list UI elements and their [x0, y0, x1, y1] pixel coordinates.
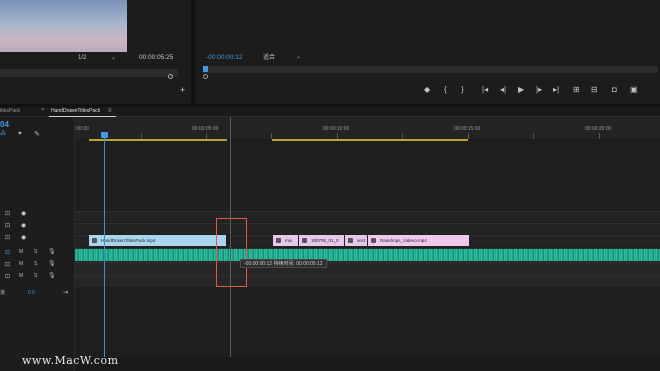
clip-vect[interactable]: vect — [345, 235, 367, 246]
add-button-icon[interactable]: + — [180, 86, 185, 95]
a3-solo-button[interactable]: S — [34, 274, 37, 279]
go-to-out-icon[interactable]: ▸| — [553, 86, 559, 94]
a1-mute-button[interactable]: M — [19, 250, 23, 255]
program-scrub-bar[interactable] — [203, 66, 658, 73]
clip-hand-drawn-titles[interactable]: HandDrawnTitlesPack.mp4 — [89, 235, 227, 246]
clip-label: HandDrawnTitlesPack.mp4 — [101, 238, 156, 243]
a2-microphone-icon[interactable]: 🎙 — [48, 261, 56, 267]
program-monitor: -00:00:00:12 适合 ⌄ ◆ { } |◂ ◂| ▶ |▸ ▸| ⊞ … — [195, 0, 660, 104]
edit-point-highlight — [216, 218, 247, 287]
ruler-label-20s: 00:00:20:00 — [585, 126, 612, 132]
play-icon[interactable]: ▶ — [518, 86, 524, 94]
compare-icon[interactable]: ▣ — [630, 86, 638, 94]
a2-sync-lock-icon[interactable]: ⊡ — [5, 262, 10, 268]
snap-icon[interactable]: ⁂ — [0, 131, 6, 137]
time-ruler[interactable]: :00:00 00:00:05:00 00:00:10:00 00:00:15:… — [75, 117, 660, 139]
playhead-handle[interactable] — [101, 132, 108, 138]
fx-icon — [348, 238, 353, 243]
marker-icon[interactable]: ◆ — [424, 86, 430, 94]
source-playhead-marker[interactable] — [168, 74, 173, 79]
wrench-icon[interactable]: ✎ — [34, 131, 40, 138]
track-header-panel: 04 ⁂ ♥ ✎ ⊡ ◉ ⊡ ◉ ⊡ ◉ ⊡ M S 🎙 ⊡ M S 🎙 ⊡ M… — [0, 117, 75, 371]
program-timecode[interactable]: -00:00:00:12 — [206, 54, 243, 62]
a1-sync-lock-icon[interactable]: ⊡ — [5, 250, 10, 256]
linked-selection-icon[interactable]: ♥ — [18, 131, 22, 137]
track-v3[interactable] — [75, 211, 660, 222]
step-back-icon[interactable]: ◂| — [500, 86, 506, 94]
ruler-label-0: :00:00 — [75, 126, 89, 132]
tab-hand-drawn-titles-pack[interactable]: HandDrawnTitlesPack — [51, 109, 100, 114]
master-track-label: 道 — [0, 290, 6, 296]
playhead-line[interactable] — [104, 133, 105, 358]
v1-toggle-output-icon[interactable]: ⊡ — [5, 235, 10, 241]
a1-microphone-icon[interactable]: 🎙 — [48, 249, 56, 255]
ruler-label-5s: 00:00:05:00 — [192, 126, 219, 132]
fx-icon — [276, 238, 281, 243]
a3-sync-lock-icon[interactable]: ⊡ — [5, 274, 10, 280]
v1-eye-icon[interactable]: ◉ — [21, 235, 26, 241]
ruler-label-15s: 00:00:15:00 — [454, 126, 481, 132]
chevron-down-icon[interactable]: ⌄ — [296, 54, 301, 60]
go-to-in-icon[interactable]: |◂ — [482, 86, 488, 94]
program-playhead-marker[interactable] — [203, 66, 208, 72]
mark-out-icon[interactable]: } — [461, 86, 464, 94]
trim-tooltip: -00:00:00:12 持续时间: 00:00:05:12 — [240, 259, 327, 268]
mark-in-icon[interactable]: { — [444, 86, 447, 94]
a2-mute-button[interactable]: M — [19, 262, 23, 267]
a2-solo-button[interactable]: S — [34, 262, 37, 267]
source-monitor: 1/2 ⌄ 00:00:05:25 + — [0, 0, 191, 104]
master-volume-value[interactable]: 0.0 — [28, 291, 35, 296]
close-icon[interactable]: × — [41, 107, 44, 114]
audio-clip-waveform[interactable] — [75, 249, 660, 261]
source-zoom-select[interactable]: 1/2 — [78, 55, 86, 61]
fit-select[interactable]: 适合 — [263, 55, 275, 61]
source-scrub-bar[interactable] — [0, 69, 178, 77]
tab-titles-pack[interactable]: itlesPack — [0, 109, 20, 114]
v3-eye-icon[interactable]: ◉ — [21, 211, 26, 217]
watermark-text: www.MacW.com — [22, 354, 119, 367]
extract-icon[interactable]: ⊟ — [591, 86, 598, 94]
clip-180705[interactable]: 180705_01_0 — [299, 235, 344, 246]
timeline-timecode[interactable]: 04 — [0, 121, 9, 129]
clip-mix[interactable]: mix — [273, 235, 298, 246]
track-a2[interactable] — [75, 262, 660, 275]
a1-solo-button[interactable]: S — [34, 250, 37, 255]
export-frame-icon[interactable]: ◘ — [612, 86, 617, 94]
v2-eye-icon[interactable]: ◉ — [21, 223, 26, 229]
clip-raindrops[interactable]: Raindrops_Videvo.mp4 — [368, 235, 469, 246]
track-a3[interactable] — [75, 275, 660, 287]
source-thumbnail — [0, 0, 127, 52]
fx-icon — [92, 238, 97, 243]
tab-menu-icon[interactable]: ≡ — [108, 108, 112, 114]
timeline-scrollbar[interactable] — [75, 357, 660, 371]
fx-icon — [302, 238, 307, 243]
a3-mute-button[interactable]: M — [19, 274, 23, 279]
ruler-label-10s: 00:00:10:00 — [323, 126, 350, 132]
clip-label: Raindrops_Videvo.mp4 — [380, 238, 427, 243]
step-forward-icon[interactable]: |▸ — [536, 86, 542, 94]
program-in-marker[interactable] — [203, 74, 208, 79]
track-v2[interactable] — [75, 223, 660, 234]
fx-icon — [371, 238, 376, 243]
v2-toggle-output-icon[interactable]: ⊡ — [5, 223, 10, 229]
source-timecode: 00:00:05:25 — [139, 54, 174, 61]
a3-microphone-icon[interactable]: 🎙 — [48, 273, 56, 279]
v3-toggle-output-icon[interactable]: ⊡ — [5, 211, 10, 217]
go-to-end-icon[interactable]: ⇥ — [63, 290, 68, 296]
chevron-down-icon[interactable]: ⌄ — [111, 55, 116, 61]
lift-icon[interactable]: ⊞ — [573, 86, 580, 94]
